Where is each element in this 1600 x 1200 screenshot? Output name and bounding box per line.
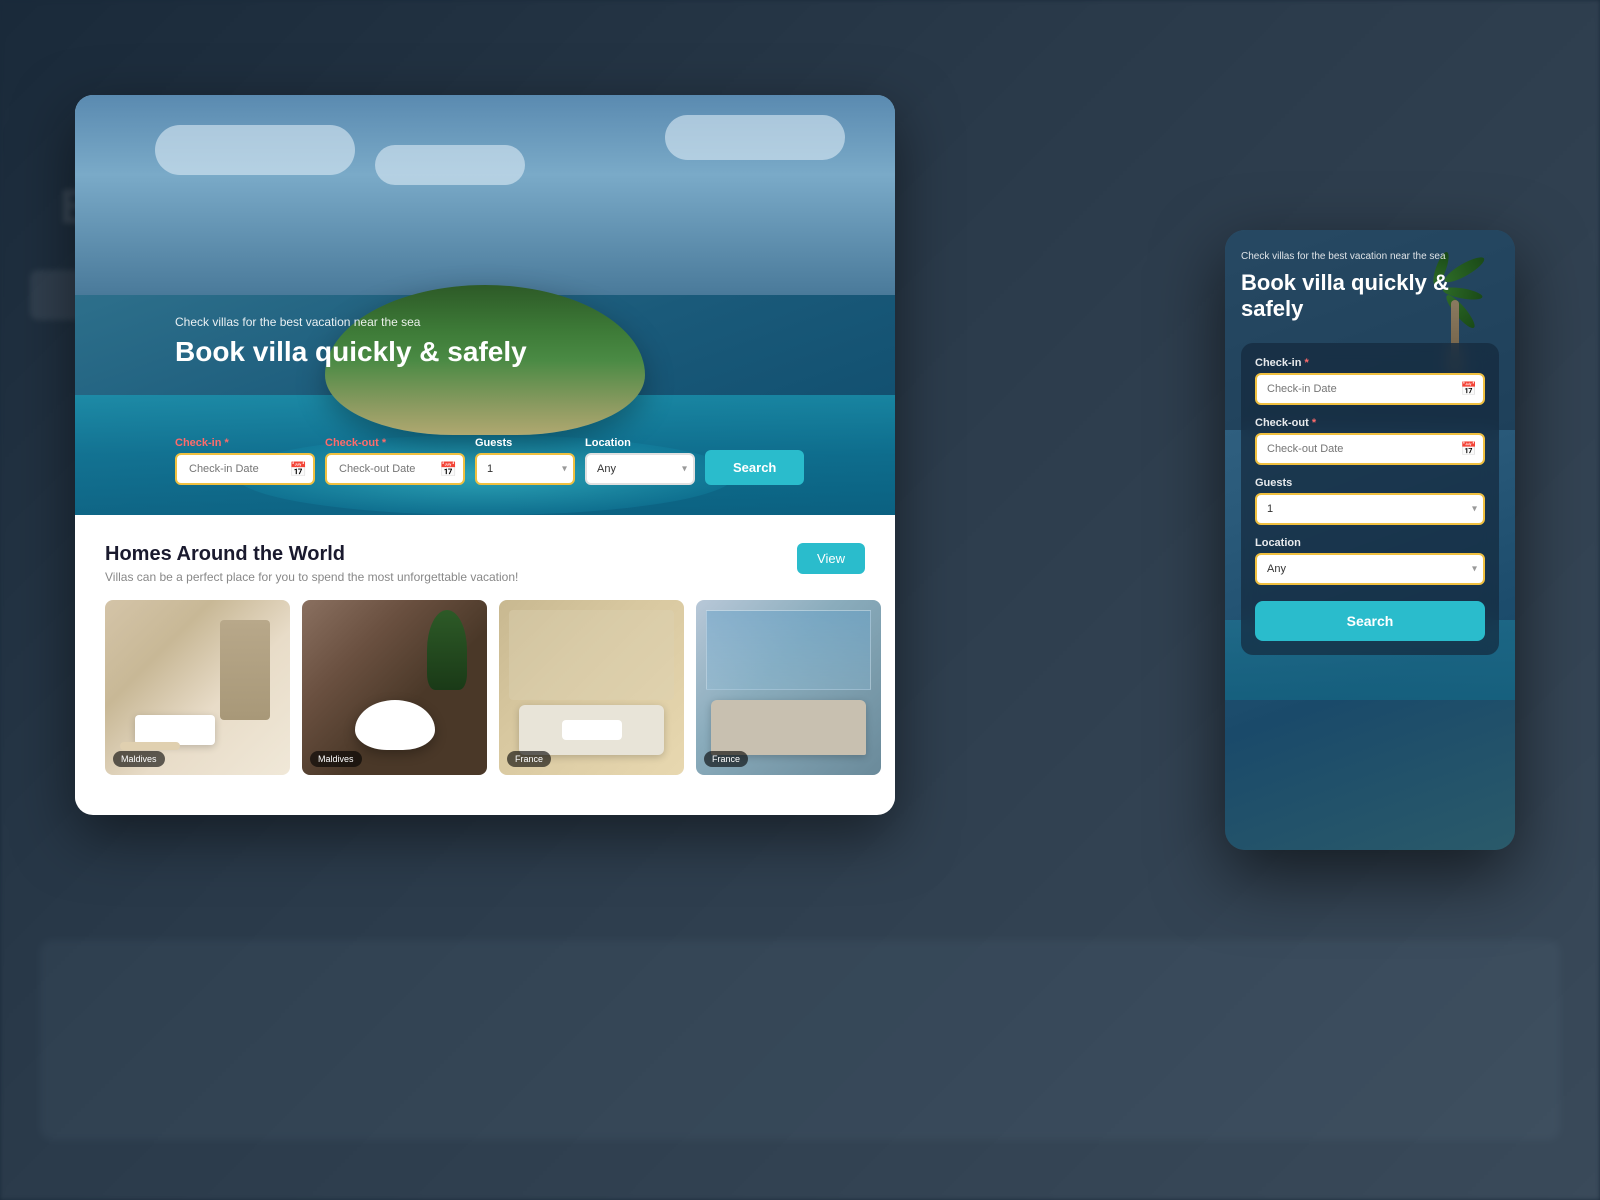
property-img-4 [696,600,881,775]
property-grid: Maldives Maldives France [105,600,865,775]
property-card-1[interactable]: Maldives [105,600,290,775]
location-badge-4: France [704,751,748,767]
shelf-decoration [220,620,270,720]
mobile-guests-select[interactable]: 1 2 3 4 5+ [1255,493,1485,525]
property-card-4[interactable]: France [696,600,881,775]
location-label: Location [585,437,695,449]
homes-header: Homes Around the World Villas can be a p… [105,543,865,584]
mobile-checkout-field: Check-out * 📅 [1255,417,1485,465]
guests-select-wrapper: 1 2 3 4 5+ ▾ [475,453,575,485]
mobile-checkout-wrapper: 📅 [1255,433,1485,465]
cloud-1 [155,125,355,175]
mobile-guests-label: Guests [1255,477,1485,489]
sink-decoration [135,715,215,745]
property-img-1 [105,600,290,775]
mobile-subtitle: Check villas for the best vacation near … [1241,250,1499,264]
hero-subtitle: Check villas for the best vacation near … [175,315,527,329]
mobile-title: Book villa quickly & safely [1241,270,1499,323]
mobile-location-field: Location Any Maldives France Italy Spain… [1255,537,1485,585]
location-select[interactable]: Any Maldives France Italy Spain [585,453,695,485]
hero-title: Book villa quickly & safely [175,335,527,369]
checkout-field: Check-out * 📅 [325,437,465,485]
checkin-field: Check-in * 📅 [175,437,315,485]
homes-subtitle: Villas can be a perfect place for you to… [105,570,518,584]
desktop-search-button[interactable]: Search [705,450,804,485]
guests-field: Guests 1 2 3 4 5+ ▾ [475,437,575,485]
location-select-wrapper: Any Maldives France Italy Spain ▾ [585,453,695,485]
cloud-2 [375,145,525,185]
guests-label: Guests [475,437,575,449]
desktop-card: Check villas for the best vacation near … [75,95,895,815]
hero-search-bar: Check-in * 📅 Check-out * 📅 [175,437,875,485]
location-badge-2: Maldives [310,751,362,767]
property-card-3[interactable]: France [499,600,684,775]
mobile-checkin-calendar-icon: 📅 [1461,381,1477,397]
checkout-input-wrapper: 📅 [325,453,465,485]
mobile-checkin-input[interactable] [1255,373,1485,405]
table-decoration [562,720,622,740]
cloud-3 [665,115,845,160]
mobile-form: Check-in * 📅 Check-out * 📅 Gues [1241,343,1499,655]
plant-decoration [427,610,467,690]
mobile-location-label: Location [1255,537,1485,549]
mobile-checkin-field: Check-in * 📅 [1255,357,1485,405]
homes-title: Homes Around the World [105,543,518,566]
property-img-2 [302,600,487,775]
window-bg [509,610,674,700]
view-all-button[interactable]: View [797,543,865,574]
location-badge-3: France [507,751,551,767]
checkin-calendar-icon: 📅 [290,461,307,478]
mobile-location-select-wrapper: Any Maldives France Italy Spain ▾ [1255,553,1485,585]
mobile-checkin-label: Check-in * [1255,357,1485,369]
mobile-search-button[interactable]: Search [1255,601,1485,641]
checkin-label: Check-in * [175,437,315,449]
location-badge-1: Maldives [113,751,165,767]
guests-select[interactable]: 1 2 3 4 5+ [475,453,575,485]
bg-property-blur [40,940,1560,1140]
hero-section: Check villas for the best vacation near … [75,95,895,515]
bed-decoration [711,700,866,755]
hero-text: Check villas for the best vacation near … [175,315,527,369]
checkout-label: Check-out * [325,437,465,449]
mobile-content: Check villas for the best vacation near … [1225,230,1515,850]
tub-decoration [355,700,435,750]
window-decoration [706,610,871,690]
mobile-checkout-label: Check-out * [1255,417,1485,429]
mobile-location-select[interactable]: Any Maldives France Italy Spain [1255,553,1485,585]
mobile-checkout-input[interactable] [1255,433,1485,465]
homes-section: Homes Around the World Villas can be a p… [75,515,895,803]
floor-decoration [120,742,180,750]
homes-header-text: Homes Around the World Villas can be a p… [105,543,518,584]
sky-bg [75,95,895,295]
property-img-3 [499,600,684,775]
location-field: Location Any Maldives France Italy Spain… [585,437,695,485]
property-card-2[interactable]: Maldives [302,600,487,775]
mobile-guests-select-wrapper: 1 2 3 4 5+ ▾ [1255,493,1485,525]
mobile-card: Check villas for the best vacation near … [1225,230,1515,850]
mobile-checkout-calendar-icon: 📅 [1461,441,1477,457]
checkout-calendar-icon: 📅 [440,461,457,478]
checkin-input-wrapper: 📅 [175,453,315,485]
mobile-guests-field: Guests 1 2 3 4 5+ ▾ [1255,477,1485,525]
mobile-checkin-wrapper: 📅 [1255,373,1485,405]
